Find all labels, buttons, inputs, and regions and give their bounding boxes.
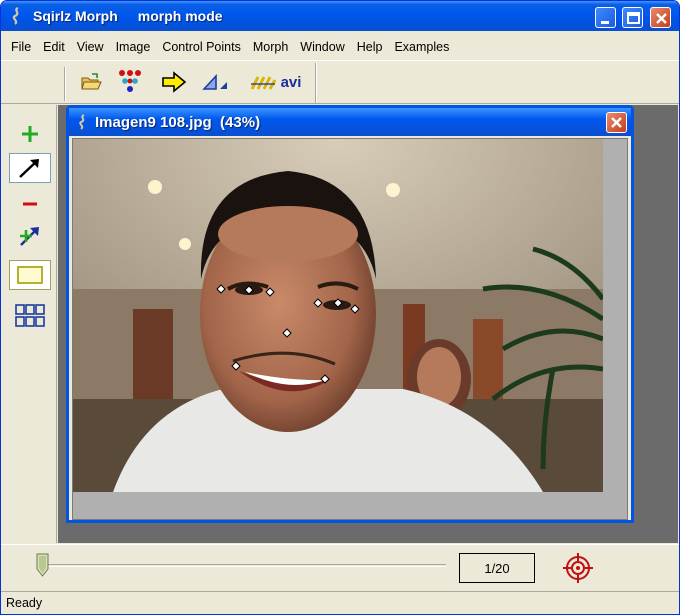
forward-button[interactable] <box>159 69 189 95</box>
image-window-title: Imagen9 108.jpg (43%) <box>95 113 261 131</box>
select-rect-tool[interactable] <box>9 260 51 290</box>
image-window-title-bar[interactable]: Imagen9 108.jpg (43%) <box>69 108 631 136</box>
control-points-icon <box>119 70 141 92</box>
menu-help[interactable]: Help <box>351 36 389 58</box>
select-rect-icon <box>17 266 43 284</box>
menu-window[interactable]: Window <box>294 36 350 58</box>
move-point-icon <box>19 159 39 178</box>
grid-icon <box>15 304 45 327</box>
minimize-button[interactable] <box>595 7 616 28</box>
morph-lines-icon <box>250 76 276 90</box>
menu-file[interactable]: File <box>5 36 37 58</box>
minimize-icon <box>601 21 609 24</box>
control-points-button[interactable] <box>114 69 146 95</box>
menu-examples[interactable]: Examples <box>388 36 455 58</box>
frame-slider-track[interactable] <box>41 564 446 567</box>
menu-bar: File Edit View Image Control Points Morp… <box>1 36 679 58</box>
image-window-logo-icon <box>77 114 89 130</box>
avi-label: avi <box>280 73 302 91</box>
left-tool-palette <box>1 105 57 543</box>
toolbar-grip[interactable] <box>64 67 66 101</box>
move-point-tool[interactable] <box>9 153 51 183</box>
make-avi-button[interactable]: avi <box>241 69 309 95</box>
move-all-points-icon <box>20 227 39 246</box>
slider-thumb-icon <box>36 553 49 577</box>
target-icon[interactable] <box>562 552 594 584</box>
image-window-close-button[interactable] <box>606 112 627 133</box>
app-logo-icon <box>9 6 25 25</box>
add-point-tool[interactable] <box>9 119 51 149</box>
maximize-button[interactable] <box>622 7 643 28</box>
grid-tool[interactable] <box>9 301 51 331</box>
add-point-icon <box>22 126 38 142</box>
portrait-photo-image <box>73 139 603 492</box>
menu-image[interactable]: Image <box>110 36 157 58</box>
toolbar: avi <box>1 60 679 104</box>
open-folder-icon <box>81 73 102 90</box>
image-canvas[interactable] <box>72 138 628 520</box>
app-window: Sqirlz Morph morph mode File Edit View I… <box>0 0 680 615</box>
open-button[interactable] <box>77 69 105 95</box>
menu-morph[interactable]: Morph <box>247 36 294 58</box>
remove-point-tool[interactable] <box>9 189 51 219</box>
close-icon <box>656 13 667 24</box>
triangle-grid-button[interactable] <box>201 69 231 95</box>
remove-point-icon <box>23 202 37 206</box>
timeline-bar: 1/20 <box>1 544 679 590</box>
close-button[interactable] <box>650 7 671 28</box>
window-title: Sqirlz Morph <box>33 8 118 24</box>
window-mode: morph mode <box>137 8 223 24</box>
close-icon <box>611 117 622 128</box>
title-bar[interactable]: Sqirlz Morph morph mode <box>1 1 679 31</box>
triangle-grid-icon <box>202 73 227 90</box>
maximize-icon <box>627 12 640 24</box>
status-bar: Ready <box>1 591 679 614</box>
status-text: Ready <box>6 596 43 610</box>
image-window: Imagen9 108.jpg (43%) <box>66 105 634 523</box>
frame-slider-thumb[interactable] <box>36 553 49 577</box>
menu-edit[interactable]: Edit <box>37 36 71 58</box>
menu-control-points[interactable]: Control Points <box>156 36 247 58</box>
forward-arrow-icon <box>162 71 187 93</box>
move-all-points-tool[interactable] <box>9 221 51 251</box>
menu-view[interactable]: View <box>71 36 110 58</box>
photo[interactable] <box>73 139 603 492</box>
toolbar-separator <box>315 63 317 103</box>
frame-counter: 1/20 <box>459 553 535 583</box>
